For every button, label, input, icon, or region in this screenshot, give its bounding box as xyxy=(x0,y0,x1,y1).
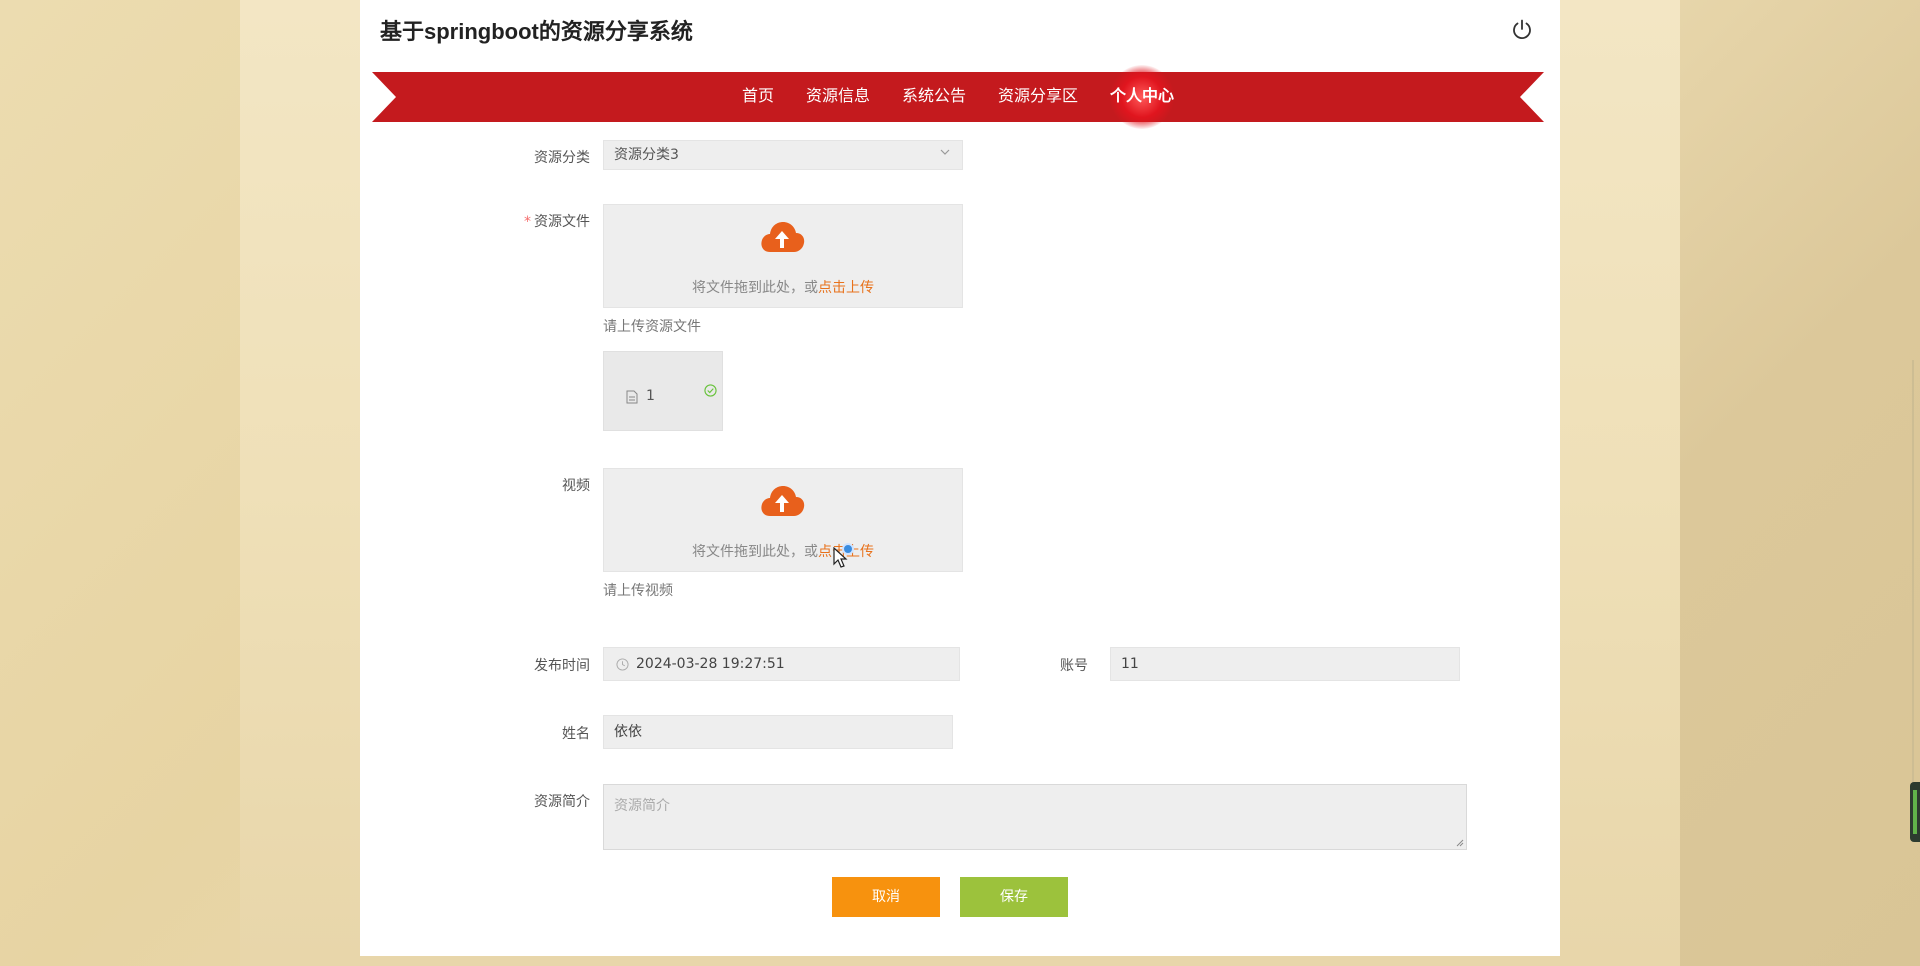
app-title: 基于springboot的资源分享系统 xyxy=(380,19,693,44)
account-label: 账号 xyxy=(1060,658,1088,674)
document-icon xyxy=(626,390,638,404)
nav-item-share-area[interactable]: 资源分享区 xyxy=(982,79,1094,115)
name-input[interactable]: 依依 xyxy=(603,715,953,749)
account-input[interactable]: 11 xyxy=(1110,647,1460,681)
nav-item-home[interactable]: 首页 xyxy=(726,79,790,115)
power-icon[interactable] xyxy=(1510,18,1534,42)
scrollbar-thumb[interactable] xyxy=(1912,360,1914,810)
resource-file-upload[interactable]: 将文件拖到此处，或点击上传 xyxy=(603,204,963,308)
cloud-upload-icon xyxy=(761,486,805,516)
resource-file-drop-text: 将文件拖到此处，或点击上传 xyxy=(604,277,962,297)
chevron-down-icon xyxy=(940,149,950,155)
cancel-button[interactable]: 取消 xyxy=(832,877,940,917)
check-circle-icon xyxy=(704,384,717,397)
uploaded-file-card[interactable]: 1 xyxy=(603,351,723,431)
category-select[interactable]: 资源分类3 xyxy=(603,140,963,170)
category-label: 资源分类 xyxy=(534,150,590,166)
publish-time-value: 2024-03-28 19:27:51 xyxy=(636,656,785,672)
video-label: 视频 xyxy=(562,478,590,494)
intro-textarea[interactable]: 资源简介 xyxy=(603,784,1467,850)
name-value: 依依 xyxy=(614,724,642,740)
resize-grip-icon[interactable] xyxy=(1456,839,1464,847)
video-drop-text: 将文件拖到此处，或点击上传 xyxy=(604,541,962,561)
name-label: 姓名 xyxy=(562,726,590,742)
side-widget[interactable] xyxy=(1910,782,1920,842)
nav-menu: 首页 资源信息 系统公告 资源分享区 个人中心 xyxy=(372,72,1544,122)
nav-ribbon: 首页 资源信息 系统公告 资源分享区 个人中心 xyxy=(372,72,1544,122)
main-panel: 基于springboot的资源分享系统 首页 资源信息 系统公告 资源分享区 个… xyxy=(360,0,1560,956)
resource-file-label: * 资源文件 xyxy=(490,211,590,231)
mouse-cursor-icon xyxy=(833,547,848,568)
video-hint: 请上传视频 xyxy=(603,583,673,599)
publish-time-label: 发布时间 xyxy=(534,658,590,674)
drop-text: 将文件拖到此处，或 xyxy=(692,280,818,296)
nav-item-resource-info[interactable]: 资源信息 xyxy=(790,79,886,115)
category-value: 资源分类3 xyxy=(614,147,679,163)
uploaded-file-name: 1 xyxy=(646,388,655,404)
nav-item-announcements[interactable]: 系统公告 xyxy=(886,79,982,115)
drop-text: 将文件拖到此处，或 xyxy=(692,544,818,560)
nav-item-personal-center[interactable]: 个人中心 xyxy=(1094,79,1190,115)
resource-file-upload-link[interactable]: 点击上传 xyxy=(818,280,874,296)
clock-icon xyxy=(616,658,629,671)
cloud-upload-icon xyxy=(761,222,805,252)
save-button[interactable]: 保存 xyxy=(960,877,1068,917)
resource-file-hint: 请上传资源文件 xyxy=(603,319,701,335)
resource-file-label-text: 资源文件 xyxy=(534,214,590,230)
account-value: 11 xyxy=(1121,656,1139,672)
intro-label: 资源简介 xyxy=(534,794,590,810)
video-upload[interactable]: 将文件拖到此处，或点击上传 xyxy=(603,468,963,572)
required-mark: * xyxy=(524,214,531,230)
publish-time-input[interactable]: 2024-03-28 19:27:51 xyxy=(603,647,960,681)
intro-placeholder: 资源简介 xyxy=(614,798,670,814)
